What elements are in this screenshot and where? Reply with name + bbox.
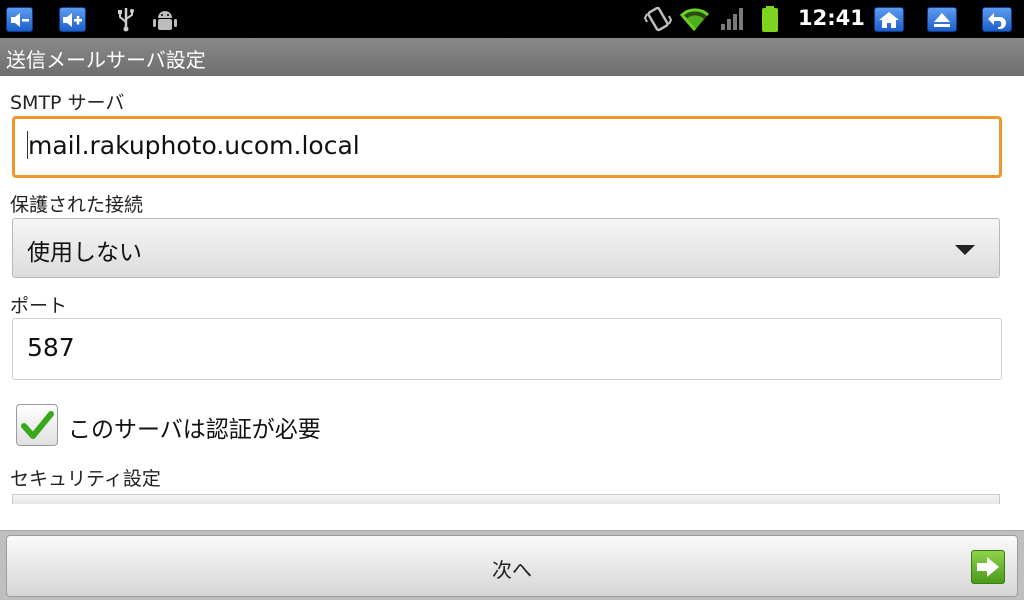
back-icon[interactable] bbox=[982, 7, 1012, 32]
eject-icon[interactable] bbox=[927, 7, 957, 32]
port-label: ポート bbox=[10, 295, 68, 317]
battery-icon bbox=[760, 5, 780, 33]
dropdown-arrow-icon bbox=[955, 245, 975, 255]
home-icon[interactable] bbox=[874, 7, 904, 32]
port-value: 587 bbox=[27, 333, 75, 362]
smtp-server-value: mail.rakuphoto.ucom.local bbox=[28, 131, 360, 160]
smtp-server-input[interactable]: mail.rakuphoto.ucom.local bbox=[12, 116, 1002, 178]
volume-down-icon[interactable] bbox=[6, 7, 33, 32]
checkmark-icon bbox=[21, 411, 54, 439]
smtp-server-label: SMTP サーバ bbox=[10, 92, 125, 114]
auth-required-label[interactable]: このサーバは認証が必要 bbox=[68, 410, 321, 444]
volume-up-icon[interactable] bbox=[59, 7, 86, 32]
secure-connection-label: 保護された接続 bbox=[10, 194, 144, 216]
signal-icon bbox=[720, 6, 746, 32]
secure-connection-value: 使用しない bbox=[27, 240, 142, 266]
security-settings-field[interactable] bbox=[12, 494, 1000, 504]
clock: 12:41 bbox=[798, 6, 865, 30]
arrow-right-icon bbox=[971, 550, 1005, 584]
page-title: 送信メールサーバ設定 bbox=[0, 38, 1024, 76]
port-input[interactable]: 587 bbox=[12, 318, 1002, 380]
security-settings-label: セキュリティ設定 bbox=[10, 468, 161, 490]
next-button[interactable]: 次へ bbox=[6, 535, 1018, 597]
auth-required-checkbox[interactable] bbox=[16, 404, 58, 446]
wifi-icon bbox=[680, 6, 710, 32]
secure-connection-select[interactable]: 使用しない bbox=[12, 218, 1000, 278]
android-debug-icon bbox=[152, 8, 178, 32]
vibrate-icon bbox=[644, 6, 672, 32]
status-bar: 12:41 bbox=[0, 0, 1024, 38]
usb-icon bbox=[116, 6, 136, 32]
next-button-label: 次へ bbox=[492, 558, 532, 582]
